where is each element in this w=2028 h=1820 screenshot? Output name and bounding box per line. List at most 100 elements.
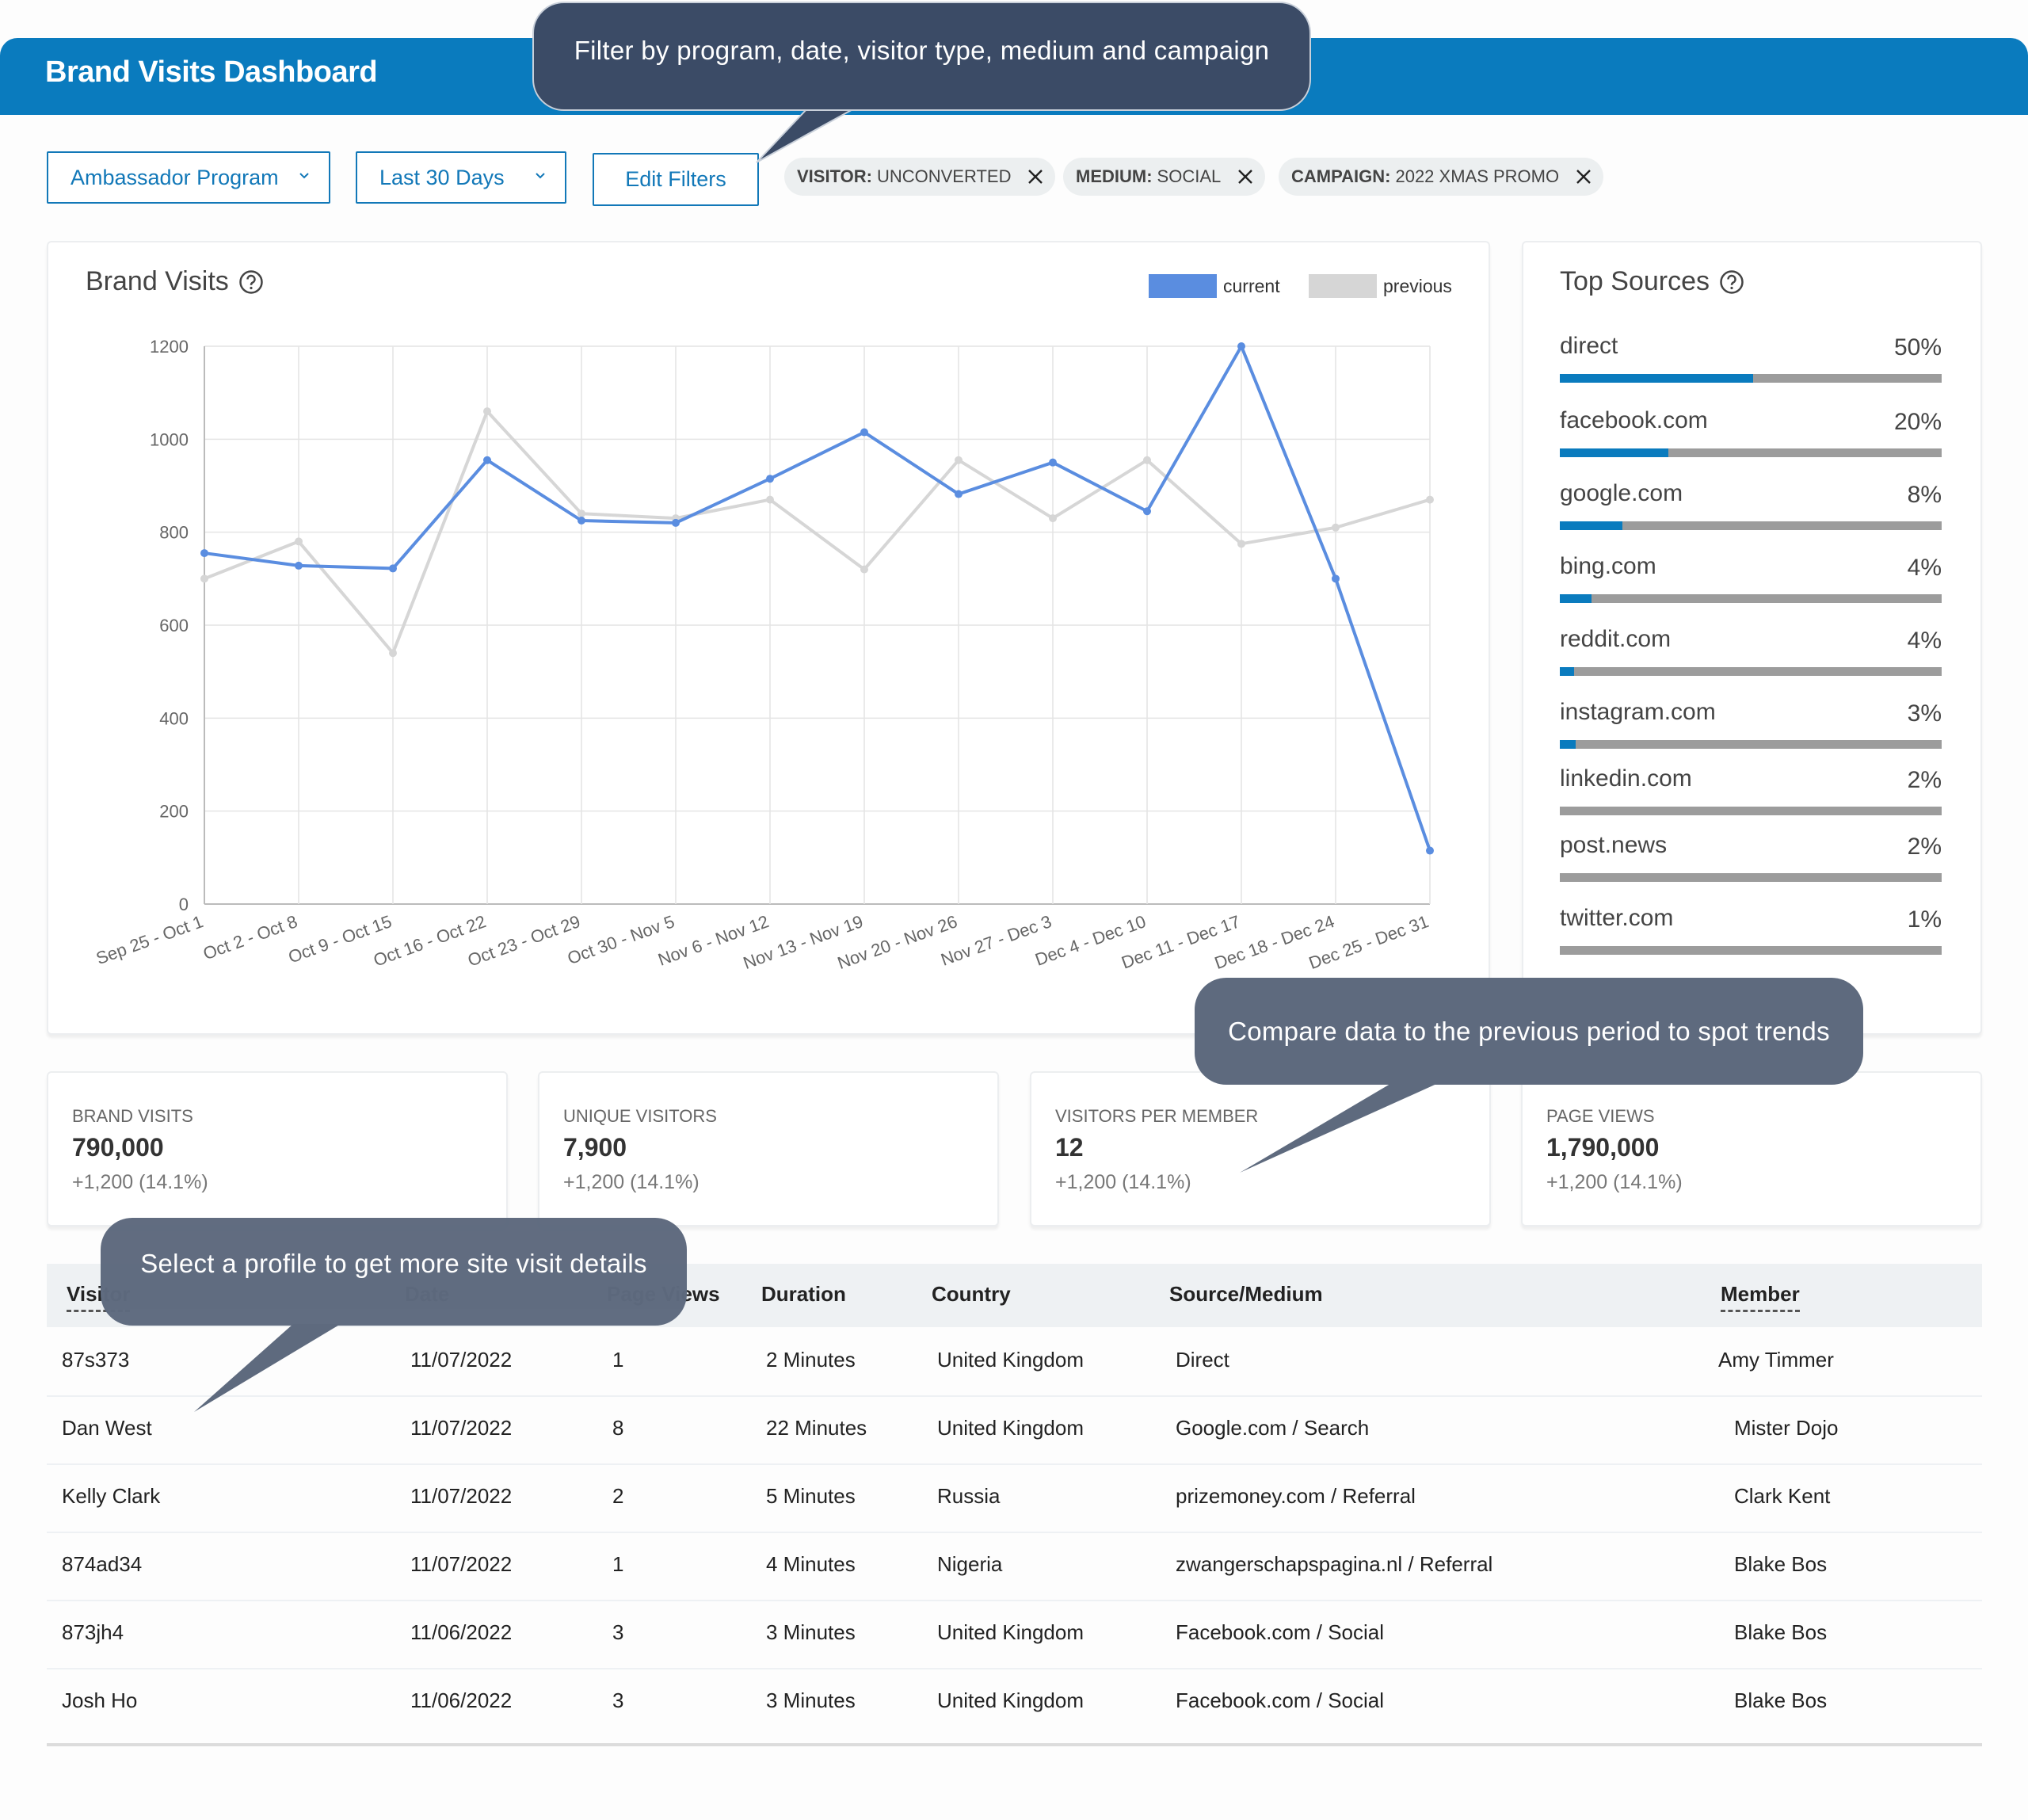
cell-page-views: 2 [612, 1484, 624, 1508]
source-percent: 50% [1893, 334, 1942, 361]
table-row[interactable]: Dan West 11/07/2022 8 22 Minutes United King… [47, 1395, 1982, 1465]
y-tick-label: 1200 [150, 337, 189, 357]
source-progress-bar [1560, 873, 1942, 882]
series-line-current [204, 345, 1431, 852]
source-percent: 1% [1907, 906, 1942, 933]
help-circle-icon[interactable] [1719, 269, 1744, 295]
cell-member[interactable]: Blake Bos [1734, 1688, 1827, 1713]
source-percent: 4% [1907, 628, 1942, 654]
data-point-current [1426, 846, 1434, 855]
y-tick-label: 600 [159, 616, 189, 635]
cell-visitor[interactable]: 874ad34 [62, 1552, 142, 1577]
dashboard-frame: Brand Visits Dashboard Ambassador Progra… [0, 0, 2028, 1820]
cell-duration: 2 Minutes [766, 1348, 856, 1372]
cell-source-medium: zwangerschapspagina.nl / Referral [1176, 1552, 1493, 1576]
data-point-current [578, 517, 585, 525]
data-point-previous [389, 649, 397, 658]
stat-value: 790,000 [72, 1133, 164, 1162]
source-progress-bar [1560, 807, 1942, 815]
data-point-current [1332, 574, 1340, 583]
stat-change: +1,200 (14.1%) [563, 1171, 700, 1193]
cell-source-medium: Direct [1176, 1348, 1229, 1372]
cell-visitor[interactable]: 873jh4 [62, 1620, 124, 1645]
source-progress-bar [1560, 594, 1942, 603]
source-name: twitter.com [1560, 905, 1674, 931]
cell-country: Nigeria [937, 1552, 1003, 1576]
tooltip-compare: Compare data to the previous period to s… [1195, 978, 1863, 1085]
data-point-previous [1237, 540, 1245, 548]
source-percent: 4% [1907, 555, 1942, 581]
data-point-previous [1332, 523, 1340, 532]
column-header-source-medium: Source/Medium [1169, 1282, 1323, 1306]
cell-member[interactable]: Mister Dojo [1734, 1416, 1838, 1440]
stat-card-brand-visits: BRAND VISITS 790,000 +1,200 (14.1%) [47, 1071, 508, 1227]
cell-page-views: 1 [612, 1348, 624, 1372]
cell-source-medium: prizemoney.com / Referral [1176, 1484, 1416, 1508]
source-progress-fill [1560, 594, 1592, 603]
stat-label: PAGE VIEWS [1546, 1106, 1655, 1126]
source-name: linkedin.com [1560, 765, 1692, 792]
source-progress-fill [1560, 448, 1669, 457]
y-tick-label: 800 [159, 523, 189, 543]
table-row[interactable]: Kelly Clark 11/07/2022 2 5 Minutes Russia pri… [47, 1463, 1982, 1533]
y-tick-label: 400 [159, 708, 189, 728]
data-point-previous [1143, 456, 1151, 464]
source-name: reddit.com [1560, 626, 1672, 652]
cell-date: 11/07/2022 [410, 1484, 513, 1508]
cell-visitor[interactable]: Dan West [62, 1416, 152, 1440]
table-row[interactable]: Josh Ho 11/06/2022 3 3 Minutes United Kingdo… [47, 1668, 1982, 1736]
stat-label: VISITORS PER MEMBER [1055, 1106, 1259, 1126]
data-point-current [1143, 507, 1151, 516]
data-point-current [1237, 342, 1245, 350]
cell-date: 11/06/2022 [410, 1688, 513, 1712]
tooltip-compare-text: Compare data to the previous period to s… [1228, 1016, 1830, 1046]
source-progress-fill [1560, 521, 1622, 530]
table-row[interactable]: 873jh4 11/06/2022 3 3 Minutes United Kingdom… [47, 1600, 1982, 1669]
cell-visitor[interactable]: Josh Ho [62, 1688, 137, 1713]
source-name: bing.com [1560, 553, 1656, 579]
y-tick-label: 1000 [150, 429, 189, 449]
cell-duration: 3 Minutes [766, 1688, 856, 1712]
cell-visitor[interactable]: 87s373 [62, 1348, 129, 1372]
cell-date: 11/07/2022 [410, 1552, 513, 1576]
data-point-current [1049, 458, 1057, 467]
stat-card-unique-visitors: UNIQUE VISITORS 7,900 +1,200 (14.1%) [538, 1071, 999, 1227]
column-header-member[interactable]: Member [1721, 1282, 1800, 1312]
source-progress-bar [1560, 521, 1942, 530]
tooltip-profile-text: Select a profile to get more site visit … [140, 1249, 647, 1278]
data-point-current [955, 490, 963, 498]
tooltip-profile: Select a profile to get more site visit … [101, 1218, 687, 1326]
data-point-current [860, 428, 868, 437]
y-tick-label: 0 [179, 895, 189, 914]
table-row[interactable]: 874ad34 11/07/2022 1 4 Minutes Nigeria zwange… [47, 1532, 1982, 1601]
data-point-current [672, 518, 680, 527]
stat-card-page-views: PAGE VIEWS 1,790,000 +1,200 (14.1%) [1521, 1071, 1982, 1227]
data-point-previous [200, 574, 208, 583]
top-sources-title-text: Top Sources [1560, 266, 1710, 296]
cell-member[interactable]: Amy Timmer [1718, 1348, 1834, 1372]
cell-visitor[interactable]: Kelly Clark [62, 1484, 160, 1509]
cell-member[interactable]: Blake Bos [1734, 1620, 1827, 1645]
cell-member[interactable]: Blake Bos [1734, 1552, 1827, 1577]
cell-page-views: 8 [612, 1416, 624, 1440]
source-name: instagram.com [1560, 699, 1716, 725]
cell-date: 11/07/2022 [410, 1348, 513, 1372]
stat-label: UNIQUE VISITORS [563, 1106, 717, 1126]
table-row[interactable]: 87s373 11/07/2022 1 2 Minutes United Kingdom… [47, 1327, 1982, 1397]
stat-value: 1,790,000 [1546, 1133, 1660, 1162]
cell-country: Russia [937, 1484, 1001, 1508]
stat-card-visitors-per-member: VISITORS PER MEMBER 12 +1,200 (14.1%) [1030, 1071, 1491, 1227]
cell-source-medium: Facebook.com / Social [1176, 1688, 1385, 1712]
tooltip-filters-text: Filter by program, date, visitor type, m… [574, 36, 1270, 65]
data-point-current [200, 549, 208, 558]
source-name: direct [1560, 333, 1618, 359]
stat-value: 7,900 [563, 1133, 627, 1162]
data-point-current [389, 564, 397, 573]
data-point-previous [766, 495, 774, 504]
cell-date: 11/06/2022 [410, 1620, 513, 1644]
cell-source-medium: Facebook.com / Social [1176, 1620, 1385, 1644]
cell-member[interactable]: Clark Kent [1734, 1484, 1830, 1509]
cell-duration: 5 Minutes [766, 1484, 856, 1508]
stat-change: +1,200 (14.1%) [1546, 1171, 1683, 1193]
source-progress-fill [1560, 667, 1574, 676]
